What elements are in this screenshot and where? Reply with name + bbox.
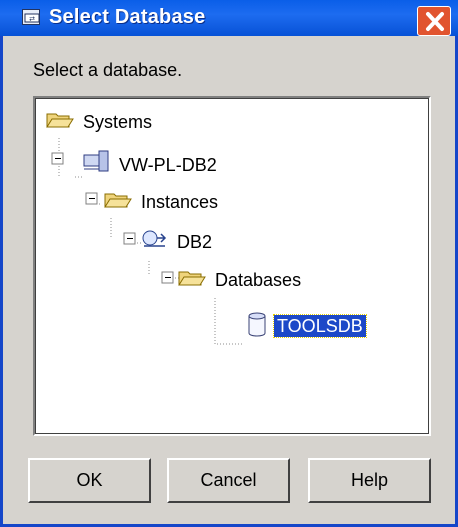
tree-node-systems[interactable]: Systems bbox=[45, 106, 155, 133]
dialog-prompt: Select a database. bbox=[33, 60, 183, 80]
computer-icon bbox=[83, 150, 109, 172]
folder-open-icon bbox=[178, 271, 206, 286]
tree-node-host[interactable]: VW-PL-DB2 bbox=[81, 145, 220, 176]
tree-node-label: Systems bbox=[83, 112, 153, 132]
select-database-dialog: ⇄ Select Database Select a database. Sys… bbox=[0, 0, 458, 527]
folder-open-icon bbox=[104, 193, 132, 208]
cancel-button[interactable]: Cancel bbox=[167, 458, 290, 503]
tree-node-label: Databases bbox=[215, 270, 302, 290]
db2-window-icon: ⇄ bbox=[22, 9, 40, 25]
title-bar[interactable]: ⇄ Select Database bbox=[0, 0, 458, 36]
tree-node-databases[interactable]: Databases bbox=[177, 264, 304, 291]
folder-open-icon bbox=[46, 113, 74, 128]
tree-node-label: DB2 bbox=[177, 232, 213, 252]
database-cylinder-icon bbox=[248, 312, 266, 337]
close-icon bbox=[426, 12, 444, 31]
tree-node-label: Instances bbox=[141, 192, 219, 212]
help-button[interactable]: Help bbox=[308, 458, 431, 503]
tree-node-label: VW-PL-DB2 bbox=[119, 155, 217, 175]
ok-button[interactable]: OK bbox=[28, 458, 151, 503]
window-title: Select Database bbox=[49, 6, 206, 28]
tree-node-toolsdb[interactable]: TOOLSDB bbox=[245, 304, 367, 338]
close-button[interactable] bbox=[417, 6, 451, 36]
tree-node-instances[interactable]: Instances bbox=[103, 186, 221, 213]
svg-text:⇄: ⇄ bbox=[29, 16, 35, 23]
tree-node-label: TOOLSDB bbox=[273, 314, 367, 338]
instance-icon bbox=[142, 230, 167, 247]
database-tree[interactable]: Systems VW-PL-DB2 Instances DB2 Database… bbox=[33, 96, 431, 436]
tree-node-instance-db2[interactable]: DB2 bbox=[139, 224, 215, 253]
